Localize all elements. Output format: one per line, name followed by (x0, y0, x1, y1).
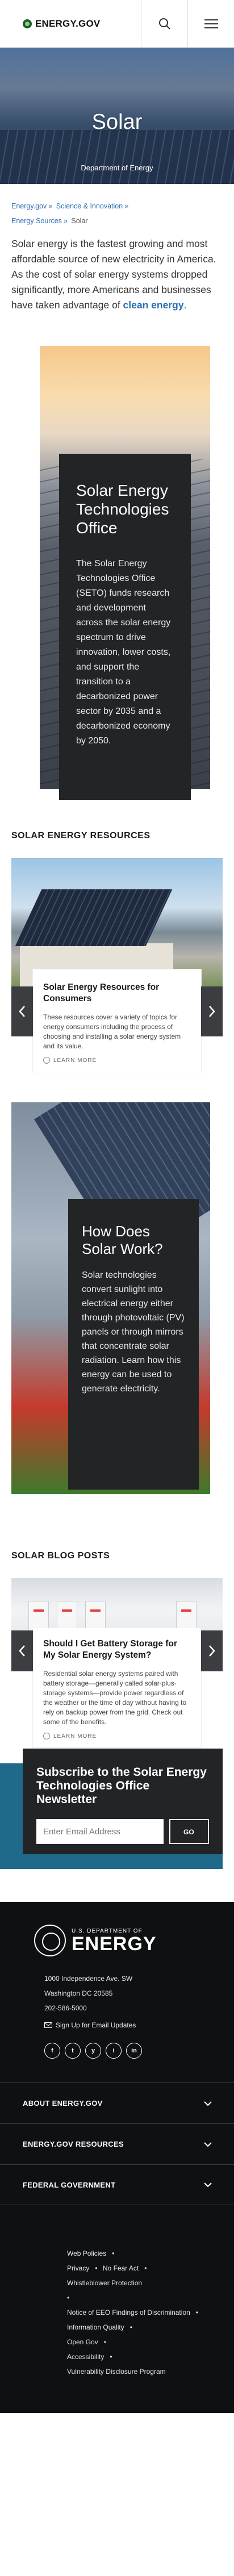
go-arrow-icon: GO (183, 1828, 194, 1835)
footer-phone: 202-586-5000 (44, 2004, 87, 2012)
hero-banner: Solar Department of Energy (0, 48, 234, 184)
blog-prev-button[interactable] (11, 1630, 33, 1671)
blog-next-button[interactable] (201, 1630, 223, 1671)
intro-paragraph: Solar energy is the fastest growing and … (11, 238, 216, 311)
breadcrumb-link-energy-gov[interactable]: Energy.gov (11, 202, 47, 210)
seto-feature-text: The Solar Energy Technologies Office (SE… (76, 559, 171, 746)
resources-section-title: SOLAR ENERGY RESOURCES (11, 831, 151, 840)
breadcrumb-current: Solar (71, 217, 88, 225)
accordion-energy-gov-resources[interactable]: ENERGY.GOV RESOURCES (0, 2123, 234, 2164)
doe-seal-icon (34, 1925, 66, 1956)
carousel-next-button[interactable] (201, 986, 223, 1036)
blog-carousel: Should I Get Battery Storage for My Sola… (0, 1578, 234, 1749)
accordion-about-energy-gov[interactable]: ABOUT ENERGY.GOV (0, 2082, 234, 2123)
chevron-right-icon (209, 1006, 215, 1017)
blog-learn-more-link[interactable]: LEARN MORE (43, 1733, 191, 1739)
how-solar-works-title: How Does Solar Work? (82, 1223, 163, 1257)
carousel-prev-button[interactable] (11, 986, 33, 1036)
arrow-circle-icon (43, 1733, 50, 1739)
doe-logo-big-text: ENERGY (72, 1933, 157, 1955)
blog-section-title: SOLAR BLOG POSTS (11, 1551, 110, 1561)
svg-text:GO: GO (183, 1828, 194, 1835)
newsletter-form: GO (36, 1819, 209, 1844)
chevron-right-icon (209, 1645, 215, 1657)
chevron-left-icon (19, 1645, 25, 1657)
newsletter-section: Subscribe to the Solar Energy Technologi… (0, 1749, 234, 1891)
email-signup-link[interactable]: Sign Up for Email Updates (0, 2015, 234, 2029)
linkedin-icon[interactable]: in (126, 2043, 142, 2059)
doe-logo[interactable]: U.S. DEPARTMENT OF ENERGY (0, 1925, 234, 1956)
legal-link-web-policies[interactable]: Web Policies (67, 2249, 106, 2257)
breadcrumb-link-science-innovation[interactable]: Science & Innovation (56, 202, 123, 210)
envelope-icon (44, 2022, 52, 2028)
newsletter-box: Subscribe to the Solar Energy Technologi… (23, 1749, 223, 1854)
legal-link-open-gov[interactable]: Open Gov (67, 2338, 98, 2346)
resources-card-title: Solar Energy Resources for Consumers (43, 982, 160, 1003)
seto-feature[interactable]: Solar Energy Technologies Office The Sol… (40, 346, 210, 800)
breadcrumb-link-energy-sources[interactable]: Energy Sources (11, 217, 62, 225)
chevron-left-icon (19, 1006, 25, 1017)
site-footer: U.S. DEPARTMENT OF ENERGY 1000 Independe… (0, 1902, 234, 2413)
twitter-icon[interactable]: t (65, 2043, 81, 2059)
seto-feature-box: Solar Energy Technologies Office The Sol… (59, 454, 191, 800)
chevron-down-icon (204, 2142, 212, 2147)
legal-link-eeo-findings[interactable]: Notice of EEO Findings of Discrimination (67, 2309, 190, 2316)
energy-gov-logo[interactable]: ENERGY.GOV (0, 18, 141, 30)
site-header: ENERGY.GOV (0, 0, 234, 48)
how-solar-works-box: How Does Solar Work? Solar technologies … (68, 1199, 199, 1490)
arrow-circle-icon (43, 1057, 50, 1064)
legal-link-accessibility[interactable]: Accessibility (67, 2353, 104, 2361)
instagram-icon[interactable]: i (106, 2043, 122, 2059)
resources-learn-more-link[interactable]: LEARN MORE (43, 1057, 191, 1064)
seto-feature-title: Solar Energy Technologies Office (76, 482, 169, 537)
youtube-icon[interactable]: y (85, 2043, 101, 2059)
resources-card-text: These resources cover a variety of topic… (43, 1013, 181, 1050)
legal-link-vulnerability-disclosure[interactable]: Vulnerability Disclosure Program (67, 2368, 166, 2376)
chevron-down-icon (204, 2182, 212, 2188)
how-solar-works-text: Solar technologies convert sunlight into… (82, 1270, 185, 1394)
breadcrumb: Energy.gov» Science & Innovation» Energy… (11, 202, 129, 225)
search-button[interactable] (141, 0, 187, 48)
newsletter-title: Subscribe to the Solar Energy Technologi… (36, 1766, 207, 1806)
logo-mark-icon (23, 19, 32, 28)
hero-solar-panels-image (0, 130, 234, 184)
blog-card[interactable]: Should I Get Battery Storage for My Sola… (33, 1628, 201, 1747)
page-title: Solar (91, 110, 143, 134)
how-solar-works-feature[interactable]: How Does Solar Work? Solar technologies … (11, 1102, 210, 1494)
legal-link-information-quality[interactable]: Information Quality (67, 2323, 124, 2331)
resources-card[interactable]: Solar Energy Resources for Consumers The… (33, 969, 201, 1073)
logo-text: ENERGY.GOV (35, 18, 101, 29)
blog-card-title: Should I Get Battery Storage for My Sola… (43, 1639, 177, 1660)
clean-energy-link[interactable]: clean energy (123, 299, 184, 311)
legal-link-whistleblower[interactable]: Whistleblower Protection (67, 2279, 142, 2287)
resources-carousel: Solar Energy Resources for Consumers The… (0, 858, 234, 1097)
newsletter-submit-button[interactable]: GO (169, 1819, 209, 1844)
menu-button[interactable] (187, 0, 234, 48)
legal-link-no-fear-act[interactable]: No Fear Act (103, 2264, 139, 2272)
footer-address: 1000 Independence Ave. SW Washington DC … (0, 1956, 234, 2015)
legal-link-privacy[interactable]: Privacy (67, 2264, 89, 2272)
search-icon (158, 18, 170, 30)
facebook-icon[interactable]: f (44, 2043, 60, 2059)
hero-subtitle: Department of Energy (81, 164, 153, 172)
footer-legal-links: Web Policies • Privacy • No Fear Act • Whis… (67, 2249, 198, 2376)
blog-card-text: Residential solar energy systems paired … (43, 1670, 187, 1726)
accordion-federal-government[interactable]: FEDERAL GOVERNMENT (0, 2164, 234, 2205)
chevron-down-icon (204, 2101, 212, 2106)
hamburger-menu-icon (204, 16, 218, 31)
footer-accordion: ABOUT ENERGY.GOV ENERGY.GOV RESOURCES FE… (0, 2082, 234, 2205)
social-links: f t y i in (0, 2029, 234, 2059)
newsletter-email-input[interactable] (36, 1819, 164, 1844)
